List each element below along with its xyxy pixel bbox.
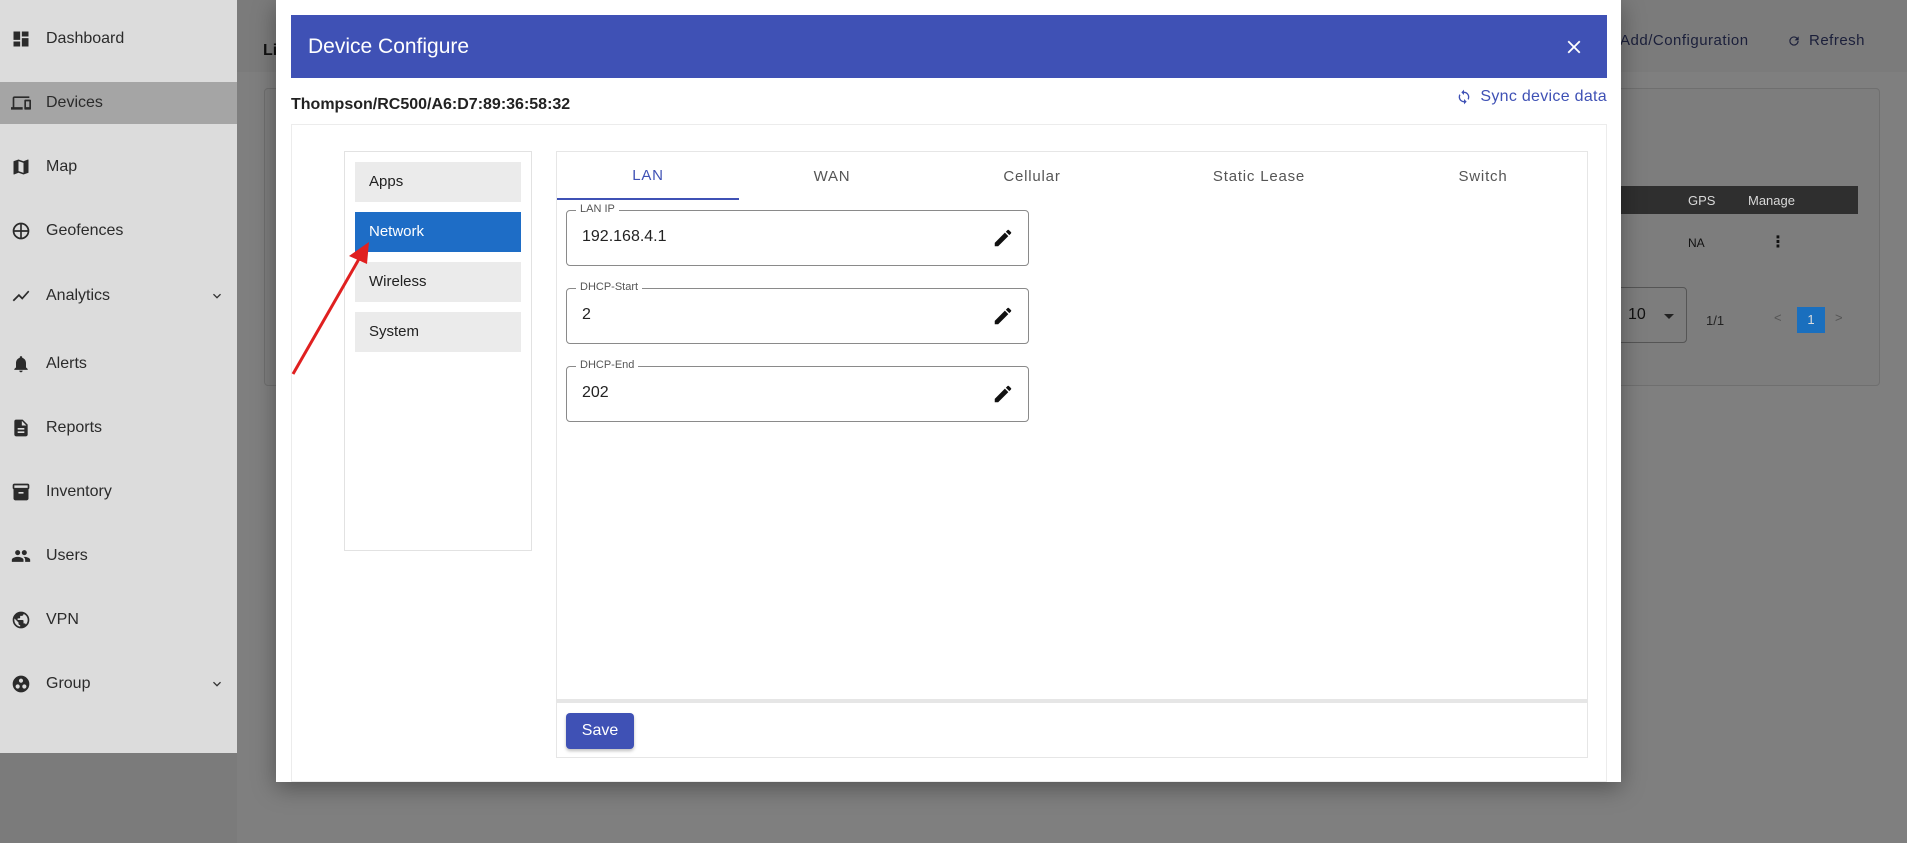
dhcp-start-field[interactable]: DHCP-Start [566,281,1029,344]
lan-ip-field[interactable]: LAN IP [566,203,1029,266]
edit-icon[interactable] [992,383,1014,405]
sync-device-data-button[interactable]: Sync device data [1456,88,1607,106]
menu-system[interactable]: System [355,312,521,352]
menu-apps[interactable]: Apps [355,162,521,202]
menu-wireless[interactable]: Wireless [355,262,521,302]
refresh-icon [1789,35,1799,46]
group-icon [10,673,32,695]
analytics-icon [10,285,32,307]
tab-cellular[interactable]: Cellular [925,152,1139,200]
geofence-icon [10,220,32,242]
menu-network[interactable]: Network [355,212,521,252]
annotation-arrow [291,242,369,375]
sidebar-item-label: Analytics [46,287,111,304]
sync-icon [1459,89,1470,105]
sidebar-item-label: Map [46,158,78,175]
gps-cell: NA [1688,236,1705,250]
inventory-icon [10,481,32,503]
sidebar-item-label: Inventory [46,483,112,500]
sidebar-item-group[interactable]: Group [0,663,237,705]
network-tabs: LAN WAN Cellular Static Lease Switch [557,152,1587,200]
sidebar-item-dashboard[interactable]: Dashboard [0,18,237,60]
network-settings-card: LAN WAN Cellular Static Lease Switch LAN… [556,151,1588,758]
sidebar-item-label: Users [46,547,88,564]
sidebar-item-label: Devices [46,94,103,111]
dialog-title: Device Configure [308,34,470,58]
more-vert-icon[interactable]: ⋮ [1770,232,1786,252]
dhcp-start-input[interactable] [582,306,962,324]
page-count: 1/1 [1706,313,1725,328]
sidebar-item-geofences[interactable]: Geofences [0,210,237,252]
sidebar-item-alerts[interactable]: Alerts [0,343,237,385]
vpn-icon [10,609,32,631]
sidebar-item-devices[interactable]: Devices [0,82,237,124]
dhcp-end-field[interactable]: DHCP-End [566,359,1029,422]
lan-ip-input[interactable] [582,228,962,246]
close-icon[interactable] [1563,36,1585,58]
sidebar-item-label: Reports [46,419,103,436]
sidebar-item-analytics[interactable]: Analytics [0,275,237,317]
device-configure-dialog: Device Configure Thompson/RC500/A6:D7:89… [276,0,1621,782]
sidebar: Dashboard Devices Map Geofences Analytic… [0,0,237,753]
next-page-icon[interactable]: > [1835,310,1843,325]
sidebar-item-label: Alerts [46,355,87,372]
report-icon [10,417,32,439]
save-bar: Save [557,699,1587,757]
device-path: Thompson/RC500/A6:D7:89:36:58:32 [291,96,571,113]
tab-lan[interactable]: LAN [557,152,739,200]
dashboard-icon [10,28,32,50]
save-button[interactable]: Save [566,713,634,749]
sidebar-item-label: Geofences [46,222,124,239]
add-configuration-button[interactable]: Add/Configuration [1620,32,1749,49]
chevron-down-icon [209,676,225,692]
sidebar-item-map[interactable]: Map [0,146,237,188]
column-header-gps: GPS [1688,193,1716,208]
chevron-down-icon [209,288,225,304]
devices-icon [10,92,32,114]
tab-static-lease[interactable]: Static Lease [1139,152,1379,200]
tab-switch[interactable]: Switch [1379,152,1587,200]
field-label: DHCP-End [576,359,639,371]
users-icon [10,545,32,567]
field-label: DHCP-Start [576,281,643,293]
field-label: LAN IP [576,203,619,215]
sidebar-item-vpn[interactable]: VPN [0,599,237,641]
sidebar-item-reports[interactable]: Reports [0,407,237,449]
map-icon [10,156,32,178]
dhcp-end-input[interactable] [582,384,962,402]
edit-icon[interactable] [992,227,1014,249]
tab-wan[interactable]: WAN [739,152,925,200]
dialog-header: Device Configure [291,15,1607,78]
sidebar-item-users[interactable]: Users [0,535,237,577]
page-button[interactable]: 1 [1797,307,1825,333]
edit-icon[interactable] [992,305,1014,327]
sidebar-item-label: Group [46,675,91,692]
sidebar-item-label: Dashboard [46,30,125,47]
bell-icon [10,353,32,375]
table-header: GPS Manage [1620,186,1858,214]
sidebar-item-inventory[interactable]: Inventory [0,471,237,513]
prev-page-icon[interactable]: < [1774,310,1782,325]
refresh-button[interactable]: Refresh [1787,32,1865,49]
sidebar-item-label: VPN [46,611,79,628]
config-panel: Apps Network Wireless System LAN WAN Cel… [291,124,1607,782]
column-header-manage: Manage [1748,193,1795,208]
